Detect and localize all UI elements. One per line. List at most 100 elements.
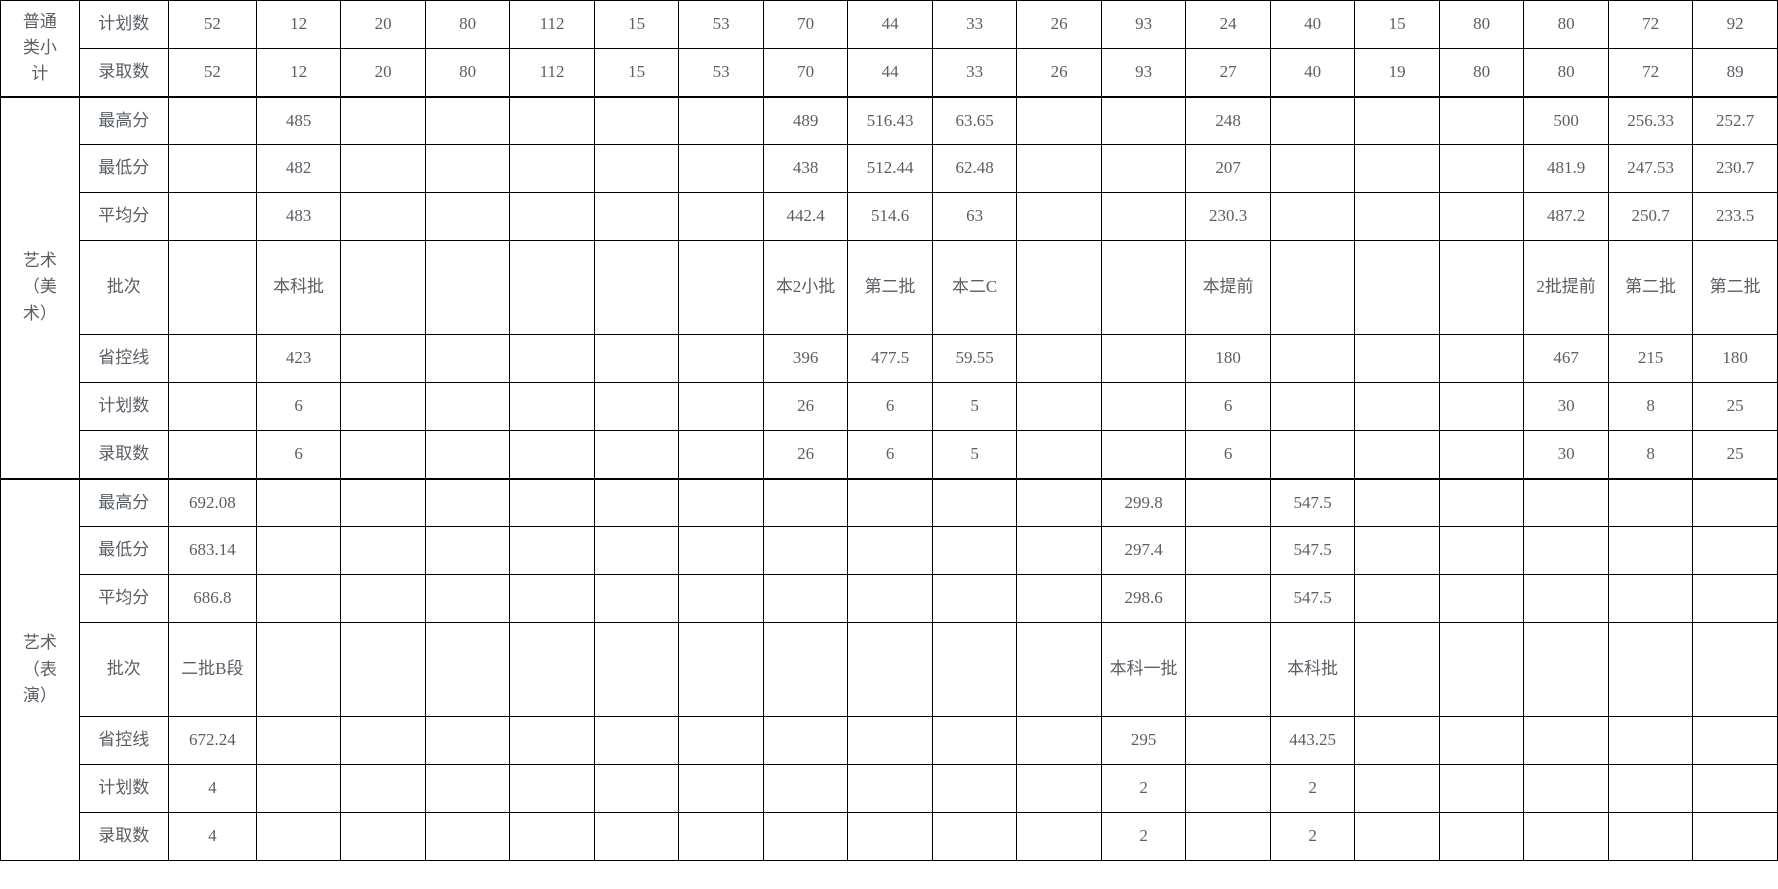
data-cell <box>678 477 764 527</box>
data-cell <box>1607 526 1694 575</box>
data-cell: 80 <box>424 48 511 97</box>
row-label-cell: 平均分 <box>78 574 169 623</box>
row-label-cell: 录取数 <box>78 812 169 861</box>
data-cell <box>1438 382 1525 431</box>
data-cell: 30 <box>1523 430 1609 479</box>
data-cell: 692.08 <box>167 477 257 527</box>
data-cell: 63 <box>931 192 1018 241</box>
data-cell <box>255 812 342 861</box>
data-cell <box>1523 526 1609 575</box>
data-cell <box>1354 430 1440 479</box>
data-cell <box>424 622 511 717</box>
data-cell <box>762 764 849 813</box>
data-cell <box>1016 95 1102 145</box>
data-cell <box>593 430 680 479</box>
data-cell <box>1269 144 1356 193</box>
data-cell <box>1607 622 1694 717</box>
data-cell <box>1185 764 1271 813</box>
data-cell <box>593 526 680 575</box>
data-cell: 180 <box>1692 334 1778 383</box>
table-row: 录取数 52 12 20 80 112 15 53 70 44 33 26 93 27 40 19 80 80 72… <box>1 48 1778 97</box>
data-cell: 26 <box>762 430 849 479</box>
data-cell: 本二C <box>931 240 1018 335</box>
data-cell: 6 <box>255 430 342 479</box>
data-cell: 80 <box>1438 0 1525 49</box>
data-cell <box>931 526 1018 575</box>
data-cell <box>167 382 257 431</box>
data-cell <box>509 716 595 765</box>
data-cell <box>424 382 511 431</box>
data-cell: 8 <box>1607 382 1694 431</box>
data-cell: 6 <box>847 430 933 479</box>
data-cell <box>424 812 511 861</box>
data-cell <box>1185 812 1271 861</box>
table-row: 平均分 686.8 298.6 547.5 <box>1 574 1778 623</box>
table-row: 省控线 423 396 477.5 59.55 180 467 215 180 <box>1 334 1778 383</box>
data-cell <box>593 812 680 861</box>
data-cell <box>509 574 595 623</box>
row-label-cell: 最低分 <box>78 144 169 193</box>
row-label-cell: 最高分 <box>78 95 169 145</box>
data-cell <box>255 574 342 623</box>
data-cell <box>1185 526 1271 575</box>
data-cell <box>509 192 595 241</box>
data-cell <box>424 144 511 193</box>
data-cell: 72 <box>1607 48 1694 97</box>
data-cell <box>1016 144 1102 193</box>
data-cell <box>1016 716 1102 765</box>
data-cell <box>509 477 595 527</box>
group-label-line: 普通 <box>22 11 57 31</box>
row-label-cell: 平均分 <box>78 192 169 241</box>
table-row: 平均分 483 442.4 514.6 63 230.3 487.2 250.7 233.5 <box>1 192 1778 241</box>
data-cell: 26 <box>1016 0 1102 49</box>
data-cell: 44 <box>847 0 933 49</box>
data-cell <box>847 764 933 813</box>
data-cell <box>847 526 933 575</box>
data-cell: 2 <box>1269 812 1356 861</box>
data-cell <box>509 430 595 479</box>
data-cell: 686.8 <box>167 574 257 623</box>
data-cell <box>762 622 849 717</box>
table-row: 普通 类小计计划数 52 12 20 80 112 15 53 70 44 33 26 93 24 40 15 8… <box>0 0 1778 97</box>
data-cell <box>593 334 680 383</box>
data-cell: 295 <box>1100 716 1187 765</box>
data-cell: 5 <box>931 430 1018 479</box>
data-cell <box>1607 477 1694 527</box>
data-cell <box>509 382 595 431</box>
row-label-cell: 批次 <box>78 622 169 717</box>
data-cell <box>931 574 1018 623</box>
data-cell: 247.53 <box>1607 144 1694 193</box>
data-cell <box>1438 716 1525 765</box>
table-row: 最低分 683.14 297.4 547.5 <box>1 526 1778 575</box>
data-cell: 514.6 <box>847 192 933 241</box>
data-cell: 70 <box>762 0 849 49</box>
data-cell <box>593 716 680 765</box>
data-cell <box>1016 622 1102 717</box>
data-cell <box>1692 477 1778 527</box>
data-cell: 512.44 <box>847 144 933 193</box>
data-cell: 6 <box>847 382 933 431</box>
data-cell: 485 <box>255 95 342 145</box>
data-cell <box>593 477 680 527</box>
data-cell <box>255 764 342 813</box>
data-cell <box>424 192 511 241</box>
data-cell <box>678 192 764 241</box>
data-cell: 二批B段 <box>167 622 257 717</box>
data-cell: 本科批 <box>1269 622 1356 717</box>
table-row: 省控线 672.24 295 443.25 <box>1 716 1778 765</box>
data-cell <box>1100 192 1187 241</box>
row-label-cell: 最低分 <box>78 526 169 575</box>
group-label-line: 计 <box>31 64 49 84</box>
data-cell: 40 <box>1269 48 1356 97</box>
data-cell <box>1438 764 1525 813</box>
data-cell: 26 <box>762 382 849 431</box>
data-cell <box>931 477 1018 527</box>
data-cell: 516.43 <box>847 95 933 145</box>
row-label-cell: 录取数 <box>78 48 169 97</box>
data-cell <box>678 622 764 717</box>
data-cell <box>1607 812 1694 861</box>
data-cell <box>593 382 680 431</box>
data-cell: 52 <box>167 48 257 97</box>
data-cell <box>931 716 1018 765</box>
data-cell <box>1607 716 1694 765</box>
